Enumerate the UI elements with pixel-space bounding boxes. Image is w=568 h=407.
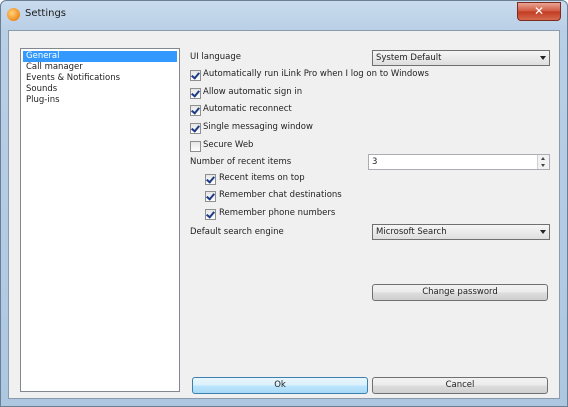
recent-on-top-checkbox[interactable] <box>205 174 216 185</box>
single-window-label[interactable]: Single messaging window <box>203 122 313 132</box>
change-password-button[interactable]: Change password <box>372 284 548 301</box>
ui-language-label: UI language <box>190 52 242 62</box>
recent-items-label: Number of recent items <box>190 157 292 167</box>
sidebar-item-general[interactable]: General <box>23 51 177 62</box>
recent-items-stepper[interactable]: 3 <box>368 154 550 170</box>
recent-items-value: 3 <box>372 157 378 167</box>
secure-web-label[interactable]: Secure Web <box>203 140 253 150</box>
cancel-button[interactable]: Cancel <box>372 377 548 394</box>
chevron-down-icon <box>540 230 546 234</box>
recent-on-top-label[interactable]: Recent items on top <box>219 173 305 183</box>
sidebar-item-call-manager[interactable]: Call manager <box>21 62 179 73</box>
settings-window: Settings ✕ General Call manager Events &… <box>0 0 568 407</box>
remember-chat-label[interactable]: Remember chat destinations <box>219 190 342 200</box>
auto-run-checkbox[interactable] <box>190 70 201 81</box>
stepper-down-icon[interactable] <box>538 162 549 169</box>
chevron-down-icon <box>540 56 546 60</box>
remember-chat-checkbox[interactable] <box>205 191 216 202</box>
ui-language-dropdown[interactable]: System Default <box>372 50 550 66</box>
search-engine-value: Microsoft Search <box>376 227 447 237</box>
auto-run-label[interactable]: Automatically run iLink Pro when I log o… <box>203 69 429 79</box>
stepper-buttons <box>537 155 549 169</box>
ok-button[interactable]: Ok <box>192 377 368 394</box>
sidebar-item-sounds[interactable]: Sounds <box>21 84 179 95</box>
search-engine-dropdown[interactable]: Microsoft Search <box>372 224 550 240</box>
stepper-up-icon[interactable] <box>538 155 549 162</box>
app-logo-icon <box>7 8 20 21</box>
settings-category-list: General Call manager Events & Notificati… <box>20 48 180 392</box>
title-bar[interactable]: Settings ✕ <box>1 1 567 29</box>
remember-phone-checkbox[interactable] <box>205 209 216 220</box>
auto-reconnect-checkbox[interactable] <box>190 105 201 116</box>
dialog-body: General Call manager Events & Notificati… <box>8 30 560 399</box>
close-button[interactable]: ✕ <box>517 2 561 21</box>
secure-web-checkbox[interactable] <box>190 141 201 152</box>
remember-phone-label[interactable]: Remember phone numbers <box>219 208 335 218</box>
auto-sign-in-label[interactable]: Allow automatic sign in <box>203 87 302 97</box>
auto-sign-in-checkbox[interactable] <box>190 88 201 99</box>
sidebar-item-events-notifications[interactable]: Events & Notifications <box>21 73 179 84</box>
single-window-checkbox[interactable] <box>190 123 201 134</box>
auto-reconnect-label[interactable]: Automatic reconnect <box>203 104 292 114</box>
window-title: Settings <box>25 8 67 19</box>
sidebar-item-plug-ins[interactable]: Plug-ins <box>21 95 179 106</box>
ui-language-value: System Default <box>376 53 442 63</box>
search-engine-label: Default search engine <box>190 227 284 237</box>
